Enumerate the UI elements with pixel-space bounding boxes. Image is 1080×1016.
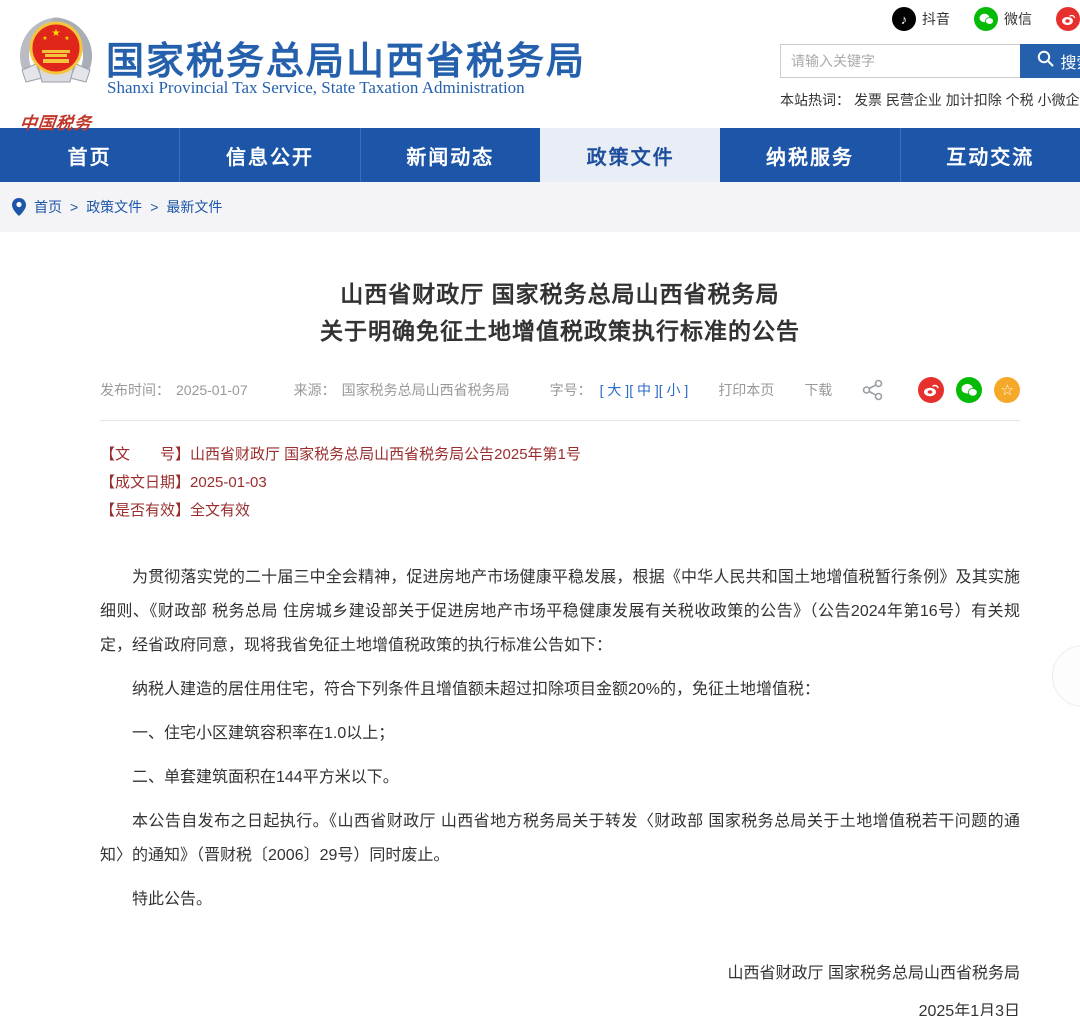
location-pin-icon	[12, 198, 26, 216]
fontsize-small-button[interactable]: [ 小 ]	[659, 382, 689, 398]
breadcrumb-separator: >	[70, 199, 78, 215]
svg-text:★: ★	[42, 35, 47, 42]
svg-text:★: ★	[64, 35, 69, 42]
breadcrumb-policy-docs[interactable]: 政策文件	[86, 197, 142, 217]
search-input[interactable]	[780, 44, 1020, 78]
signature-org: 山西省财政厅 国家税务总局山西省税务局	[100, 957, 1020, 991]
nav-item-home[interactable]: 首页	[0, 128, 179, 182]
source-label: 来源：	[294, 380, 336, 400]
document-title-line2: 关于明确免征土地增值税政策执行标准的公告	[100, 313, 1020, 350]
document-signature: 山西省财政厅 国家税务总局山西省税务局 2025年1月3日	[100, 957, 1020, 1016]
search-box: 搜索	[780, 44, 1080, 78]
main-nav: 首页 信息公开 新闻动态 政策文件 纳税服务 互动交流	[0, 128, 1080, 182]
breadcrumb-home[interactable]: 首页	[34, 197, 62, 217]
document-body: 为贯彻落实党的二十届三中全会精神，促进房地产市场健康平稳发展，根据《中华人民共和…	[100, 561, 1020, 917]
share-icon[interactable]	[862, 379, 884, 401]
nav-item-policy-docs[interactable]: 政策文件	[540, 128, 720, 182]
article-meta: 发布时间： 2025-01-07 来源： 国家税务总局山西省税务局 字号： [ …	[100, 377, 1020, 403]
wechat-label: 微信	[1004, 9, 1032, 29]
document-title-line1: 山西省财政厅 国家税务总局山西省税务局	[100, 276, 1020, 313]
download-button[interactable]: 下载	[804, 380, 832, 400]
tax-emblem-icon: ★ ★ ★	[12, 89, 100, 106]
site-title: 国家税务总局山西省税务局	[106, 30, 586, 85]
breadcrumb-latest-docs[interactable]: 最新文件	[166, 197, 222, 217]
document-info: 【文 号】山西省财政厅 国家税务总局山西省税务局公告2025年第1号 【成文日期…	[100, 441, 1020, 525]
hotwords-bar: 本站热词：发票 民营企业 加计扣除 个税 小微企业	[780, 90, 1080, 110]
paragraph: 二、单套建筑面积在144平方米以下。	[100, 761, 1020, 795]
fontsize-large-button[interactable]: [ 大 ]	[600, 382, 630, 398]
nav-item-info-disclosure[interactable]: 信息公开	[179, 128, 359, 182]
nav-item-tax-service[interactable]: 纳税服务	[720, 128, 899, 182]
doc-number-line: 【文 号】山西省财政厅 国家税务总局山西省税务局公告2025年第1号	[100, 441, 1020, 469]
fontsize-controls: [ 大 ][ 中 ][ 小 ]	[600, 380, 689, 400]
search-icon	[1037, 50, 1054, 72]
publish-time-value: 2025-01-07	[176, 382, 248, 398]
site-subtitle: Shanxi Provincial Tax Service, State Tax…	[107, 78, 525, 98]
douyin-link[interactable]: ♪ 抖音	[892, 7, 950, 31]
fontsize-medium-button[interactable]: [ 中 ]	[629, 382, 659, 398]
paragraph: 纳税人建造的居住用住宅，符合下列条件且增值额未超过扣除项目金额20%的，免征土地…	[100, 673, 1020, 707]
svg-text:★: ★	[52, 28, 61, 39]
douyin-icon: ♪	[892, 7, 916, 31]
social-links: ♪ 抖音 微信	[878, 6, 1080, 32]
hotwords-label: 本站热词：	[780, 92, 850, 108]
publish-time-label: 发布时间：	[100, 380, 170, 400]
weibo-link[interactable]	[1056, 7, 1080, 31]
search-button-label: 搜索	[1060, 49, 1080, 73]
paragraph: 为贯彻落实党的二十届三中全会精神，促进房地产市场健康平稳发展，根据《中华人民共和…	[100, 561, 1020, 663]
share-wechat-button[interactable]	[956, 377, 982, 403]
meta-right: 字号： [ 大 ][ 中 ][ 小 ] 打印本页 下载 ☆	[550, 377, 1021, 403]
page: ★ ★ ★ 中国税务 国家税务总局山西省税务局 Shanxi Provincia…	[0, 0, 1080, 1016]
site-header: ★ ★ ★ 中国税务 国家税务总局山西省税务局 Shanxi Provincia…	[0, 0, 1080, 128]
douyin-label: 抖音	[922, 9, 950, 29]
signature-date: 2025年1月3日	[100, 995, 1020, 1016]
breadcrumb: 首页 > 政策文件 > 最新文件	[0, 182, 1080, 232]
wechat-icon	[974, 7, 998, 31]
paragraph: 本公告自发布之日起执行。《山西省财政厅 山西省地方税务局关于转发〈财政部 国家税…	[100, 805, 1020, 873]
nav-item-news[interactable]: 新闻动态	[360, 128, 540, 182]
doc-date-line: 【成文日期】2025-01-03	[100, 469, 1020, 497]
meta-left: 发布时间： 2025-01-07 来源： 国家税务总局山西省税务局	[100, 380, 550, 400]
brand-calligraphy-text: 中国税务	[9, 109, 104, 134]
print-button[interactable]: 打印本页	[718, 380, 774, 400]
site-logo[interactable]: ★ ★ ★ 中国税务	[10, 14, 102, 134]
paragraph: 一、住宅小区建筑容积率在1.0以上；	[100, 717, 1020, 751]
doc-validity-line: 【是否有效】全文有效	[100, 497, 1020, 525]
meta-divider	[100, 420, 1020, 421]
fontsize-label: 字号：	[550, 380, 592, 400]
nav-item-interaction[interactable]: 互动交流	[900, 128, 1080, 182]
document-title: 山西省财政厅 国家税务总局山西省税务局 关于明确免征土地增值税政策执行标准的公告	[100, 276, 1020, 350]
hotwords-list[interactable]: 发票 民营企业 加计扣除 个税 小微企业	[854, 92, 1080, 108]
paragraph: 特此公告。	[100, 883, 1020, 917]
breadcrumb-separator: >	[150, 199, 158, 215]
weibo-icon	[1056, 7, 1080, 31]
share-weibo-button[interactable]	[918, 377, 944, 403]
search-button[interactable]: 搜索	[1020, 44, 1080, 78]
wechat-link[interactable]: 微信	[974, 7, 1032, 31]
article-content: 山西省财政厅 国家税务总局山西省税务局 关于明确免征土地增值税政策执行标准的公告…	[0, 276, 1080, 1016]
share-favorite-button[interactable]: ☆	[994, 377, 1020, 403]
source-value: 国家税务总局山西省税务局	[342, 380, 510, 400]
